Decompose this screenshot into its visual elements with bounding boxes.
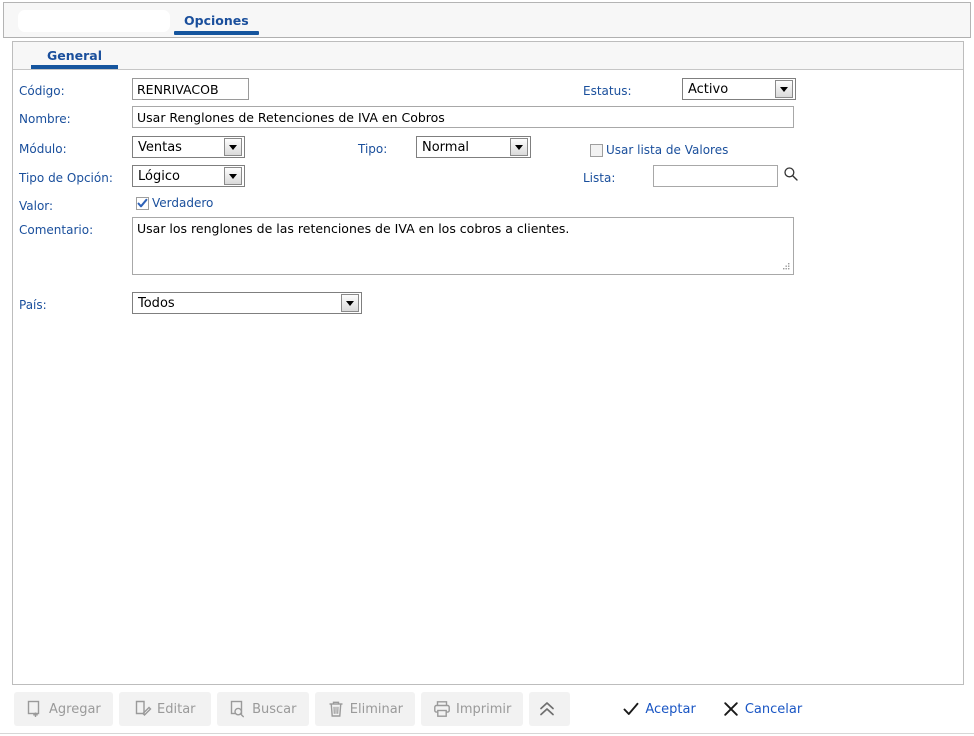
aceptar-button[interactable]: Aceptar bbox=[612, 692, 705, 726]
eliminar-button[interactable]: Eliminar bbox=[315, 692, 415, 726]
lista-label: Lista: bbox=[583, 171, 615, 185]
valor-checkbox-label: Verdadero bbox=[152, 196, 213, 210]
modulo-value: Ventas bbox=[133, 140, 224, 155]
pais-value: Todos bbox=[133, 296, 341, 311]
trash-icon bbox=[327, 700, 345, 718]
outer-tab-opciones[interactable]: Opciones bbox=[170, 3, 263, 37]
tipo-select[interactable]: Normal bbox=[416, 136, 531, 158]
tipo-de-opcion-value: Lógico bbox=[133, 169, 224, 184]
valor-checkbox-row[interactable]: Verdadero bbox=[136, 196, 213, 210]
agregar-label: Agregar bbox=[49, 702, 101, 717]
comentario-textarea[interactable] bbox=[132, 217, 794, 275]
general-panel: General Código: Nombre: Módulo: Ventas T… bbox=[12, 41, 964, 685]
checkbox-checked-icon[interactable] bbox=[136, 197, 149, 210]
outer-tab-active-underline bbox=[174, 31, 259, 35]
codigo-input[interactable] bbox=[132, 78, 249, 100]
options-window: Opciones General Código: Nombre: Módulo:… bbox=[0, 0, 974, 736]
lista-input[interactable] bbox=[653, 165, 778, 187]
tipo-value: Normal bbox=[417, 140, 510, 155]
printer-icon bbox=[433, 700, 451, 718]
pais-select[interactable]: Todos bbox=[132, 292, 362, 314]
nombre-label: Nombre: bbox=[19, 112, 71, 126]
comentario-wrapper bbox=[132, 217, 794, 275]
usar-lista-checkbox-row[interactable]: Usar lista de Valores bbox=[590, 143, 728, 157]
tipo-de-opcion-select[interactable]: Lógico bbox=[132, 165, 245, 187]
checkbox-unchecked-icon[interactable] bbox=[590, 144, 603, 157]
search-icon[interactable] bbox=[783, 166, 799, 182]
aceptar-label: Aceptar bbox=[645, 702, 695, 717]
modulo-select[interactable]: Ventas bbox=[132, 136, 245, 158]
nombre-input[interactable] bbox=[132, 106, 794, 128]
tipo-label: Tipo: bbox=[358, 142, 387, 156]
comentario-label: Comentario: bbox=[19, 223, 93, 237]
edit-document-icon bbox=[134, 700, 152, 718]
agregar-button[interactable]: Agregar bbox=[14, 692, 113, 726]
editar-label: Editar bbox=[157, 702, 196, 717]
valor-label: Valor: bbox=[19, 199, 53, 213]
eliminar-label: Eliminar bbox=[350, 702, 403, 717]
imprimir-button[interactable]: Imprimir bbox=[421, 692, 523, 726]
tab-general-underline bbox=[31, 65, 118, 69]
buscar-button[interactable]: Buscar bbox=[217, 692, 309, 726]
collapse-button[interactable] bbox=[529, 692, 570, 726]
cancelar-label: Cancelar bbox=[745, 702, 802, 717]
tab-general[interactable]: General bbox=[29, 42, 120, 69]
tab-general-label: General bbox=[47, 48, 102, 63]
editar-button[interactable]: Editar bbox=[119, 692, 211, 726]
buscar-label: Buscar bbox=[252, 702, 296, 717]
cancelar-button[interactable]: Cancelar bbox=[712, 692, 812, 726]
estatus-value: Activo bbox=[683, 82, 775, 97]
tipo-de-opcion-label: Tipo de Opción: bbox=[19, 171, 113, 185]
pais-label: País: bbox=[19, 298, 47, 312]
outer-tab-opciones-label: Opciones bbox=[184, 13, 249, 28]
modulo-label: Módulo: bbox=[19, 142, 67, 156]
chevron-down-icon bbox=[341, 294, 359, 312]
bottom-toolbar: Agregar Editar Buscar bbox=[12, 685, 964, 733]
add-document-icon bbox=[26, 700, 44, 718]
check-icon bbox=[622, 700, 640, 718]
imprimir-label: Imprimir bbox=[456, 702, 511, 717]
close-x-icon bbox=[722, 700, 740, 718]
chevron-down-icon bbox=[224, 138, 242, 156]
chevron-down-icon bbox=[510, 138, 528, 156]
outer-tab-blank[interactable] bbox=[18, 10, 170, 32]
options-form: Código: Nombre: Módulo: Ventas Tipo: Nor… bbox=[13, 70, 963, 684]
usar-lista-checkbox-label: Usar lista de Valores bbox=[606, 143, 728, 157]
estatus-select[interactable]: Activo bbox=[682, 78, 796, 100]
chevron-down-icon bbox=[224, 167, 242, 185]
panel-tab-strip: General bbox=[13, 42, 963, 70]
double-chevron-up-icon bbox=[537, 699, 557, 719]
chevron-down-icon bbox=[775, 80, 793, 98]
estatus-label: Estatus: bbox=[583, 84, 632, 98]
search-document-icon bbox=[229, 700, 247, 718]
outer-tab-strip: Opciones bbox=[3, 2, 971, 38]
codigo-label: Código: bbox=[19, 84, 65, 98]
